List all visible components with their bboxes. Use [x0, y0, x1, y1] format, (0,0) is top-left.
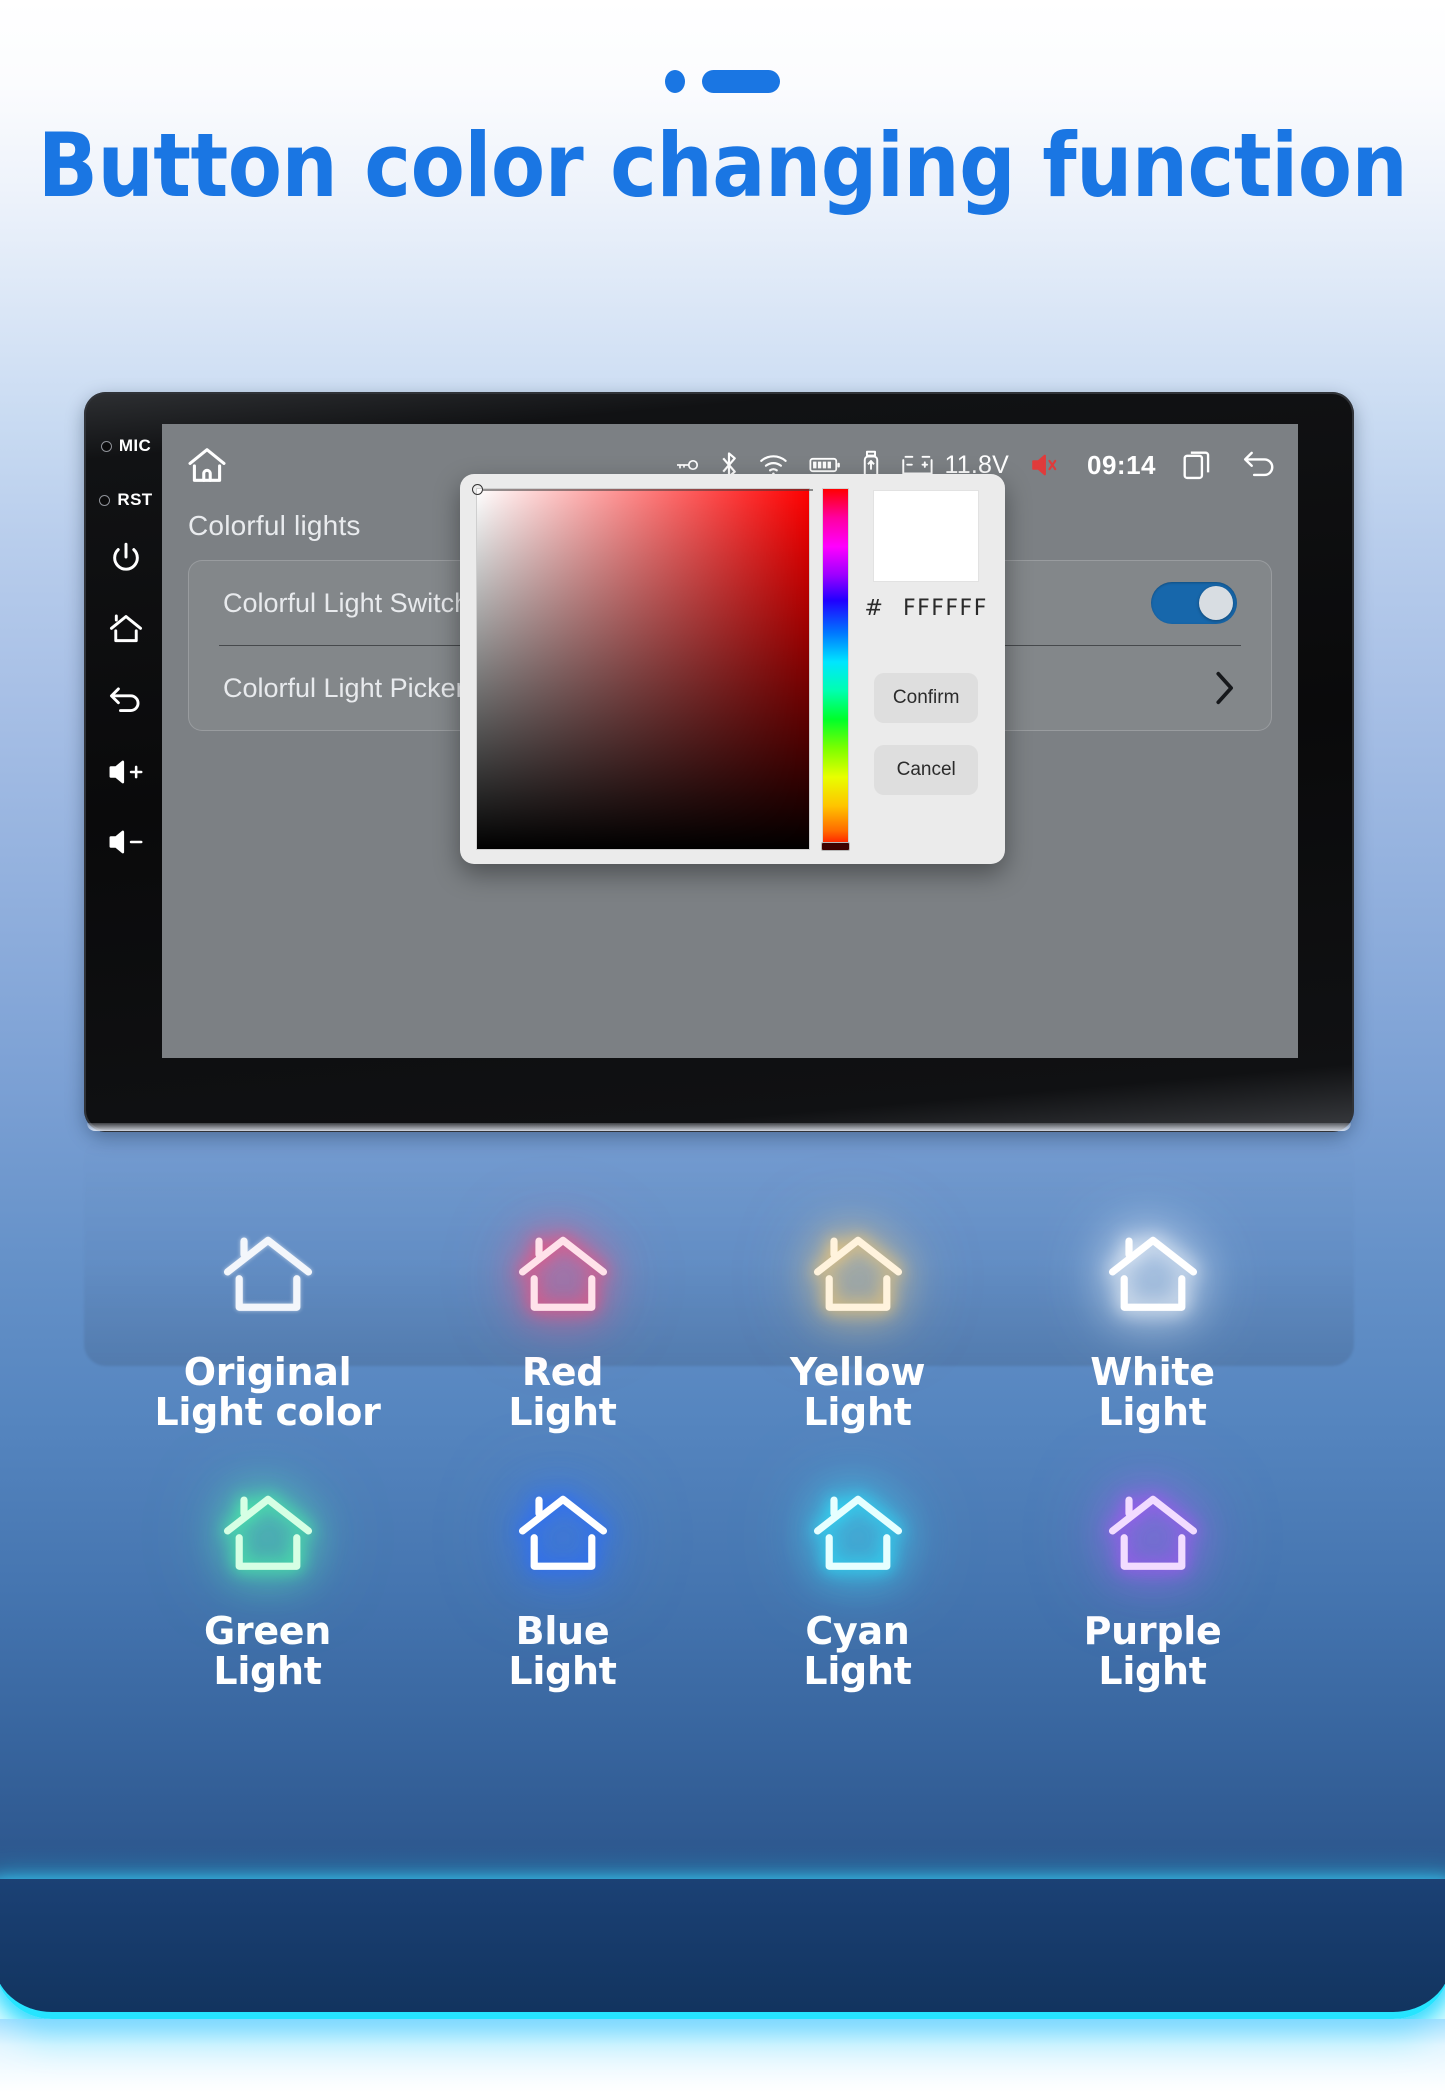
light-option-label: Original Light color: [154, 1350, 381, 1435]
device-body: MIC RST 11.8V 09:14 Colorful lights Colo…: [84, 392, 1354, 1132]
bezel-home-button[interactable]: [108, 612, 144, 646]
bezel-reset-button[interactable]: RST: [99, 490, 152, 510]
page-title: Button color changing function: [37, 114, 1408, 218]
light-option-label: Cyan Light: [803, 1608, 912, 1693]
dot-marker-icon: [665, 70, 685, 93]
bezel-power-button[interactable]: [109, 540, 143, 574]
back-arrow-icon[interactable]: [1242, 449, 1276, 481]
light-option-label: Green Light: [203, 1608, 332, 1693]
bezel-back-button[interactable]: [108, 684, 144, 716]
color-picker-dialog[interactable]: # FFFFFF Confirm Cancel: [460, 474, 1005, 864]
hue-slider-thumb[interactable]: [820, 842, 851, 851]
bezel-reset-label: RST: [117, 490, 153, 509]
page-root: Button color changing function MIC RST 1…: [0, 0, 1445, 2091]
light-option-yellow[interactable]: Yellow Light: [710, 1232, 1005, 1433]
light-option-cyan[interactable]: Cyan Light: [710, 1491, 1005, 1692]
house-icon: [1105, 1232, 1201, 1318]
home-icon[interactable]: [186, 445, 228, 485]
house-icon: [810, 1491, 906, 1577]
light-option-red[interactable]: Red Light: [415, 1232, 710, 1433]
mic-hole-icon: [100, 440, 112, 452]
device-screen: 11.8V 09:14 Colorful lights Colorful Lig…: [162, 424, 1298, 1058]
house-icon: [810, 1232, 906, 1318]
row-label-switch: Colorful Light Switch: [223, 587, 470, 618]
house-icon: [220, 1232, 316, 1318]
reset-hole-icon: [99, 494, 111, 506]
clock: 09:14: [1087, 449, 1156, 480]
light-option-white[interactable]: White Light: [1005, 1232, 1300, 1433]
key-icon: [675, 457, 699, 473]
house-icon: [1105, 1491, 1201, 1577]
color-preview-swatch: [873, 490, 980, 582]
footer-glow-edge: [0, 1879, 1445, 2019]
saturation-value-area[interactable]: [472, 484, 813, 850]
footer-glow-bar: [0, 1879, 1445, 2091]
row-control-switch: [1151, 582, 1237, 624]
car-battery-icon: [901, 454, 935, 476]
light-option-label: Blue Light: [508, 1608, 617, 1693]
light-option-label: Yellow Light: [789, 1350, 926, 1435]
hue-slider[interactable]: [820, 488, 851, 851]
recent-apps-icon[interactable]: [1182, 449, 1212, 481]
cancel-button[interactable]: Cancel: [874, 745, 979, 795]
footer-glow-fade: [0, 2019, 1445, 2091]
light-option-purple[interactable]: Purple Light: [1005, 1491, 1300, 1692]
battery-icon: [808, 456, 841, 474]
confirm-button[interactable]: Confirm: [874, 673, 979, 723]
light-option-blue[interactable]: Blue Light: [415, 1491, 710, 1692]
device-left-bezel: MIC RST: [84, 392, 168, 1132]
hex-value: FFFFFF: [902, 596, 988, 621]
hex-prefix: #: [864, 596, 885, 621]
chevron-right-icon[interactable]: [1211, 668, 1237, 708]
sv-cursor-handle[interactable]: [472, 484, 813, 495]
house-icon: [515, 1491, 611, 1577]
bezel-volume-up-button[interactable]: [107, 758, 145, 786]
car-stereo-device: MIC RST 11.8V 09:14 Colorful lights Colo…: [84, 392, 1354, 1132]
light-option-green[interactable]: Green Light: [120, 1491, 415, 1692]
header-decoration: [0, 70, 1445, 93]
bezel-mic-indicator: MIC: [100, 436, 152, 456]
house-icon: [515, 1232, 611, 1318]
mute-speaker-icon[interactable]: [1031, 452, 1061, 478]
row-label-picker: Colorful Light Picker: [223, 672, 465, 703]
light-option-label: Purple Light: [1083, 1608, 1222, 1693]
light-option-label: Red Light: [508, 1350, 617, 1435]
hex-value-field[interactable]: # FFFFFF: [865, 596, 988, 621]
house-icon: [220, 1491, 316, 1577]
light-option-original[interactable]: Original Light color: [120, 1232, 415, 1433]
colorful-light-toggle[interactable]: [1151, 582, 1237, 624]
light-color-grid: Original Light color Red Light Yellow Li…: [120, 1232, 1300, 1691]
bezel-mic-label: MIC: [118, 436, 152, 455]
bezel-volume-down-button[interactable]: [107, 828, 145, 856]
dialog-side-panel: # FFFFFF Confirm Cancel: [861, 488, 991, 850]
bar-marker-icon: [702, 70, 780, 93]
light-option-label: White Light: [1090, 1350, 1215, 1435]
